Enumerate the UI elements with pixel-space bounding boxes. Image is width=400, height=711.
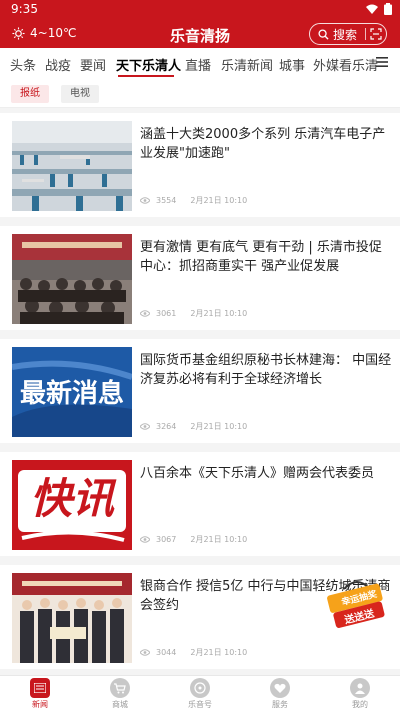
shopping-cart-icon xyxy=(110,678,130,698)
eye-icon xyxy=(140,423,150,430)
nav-news-label: 新闻 xyxy=(32,700,48,709)
tab-epidemic[interactable]: 战疫 xyxy=(45,55,71,74)
article-item[interactable]: 快讯 八百余本《天下乐清人》赠两会代表委员 3067 2月21日 10:10 xyxy=(0,452,400,556)
weather-temperature: 4~10℃ xyxy=(30,26,77,40)
article-thumbnail xyxy=(12,573,132,663)
tab-yueqing-news[interactable]: 乐清新闻 xyxy=(221,55,273,74)
nav-service[interactable]: 服务 xyxy=(250,678,310,710)
article-title: 更有激情 更有底气 更有干劲 | 乐清市投促中心：抓招商重实干 强产业促发展 xyxy=(140,240,382,274)
profile-icon xyxy=(350,678,370,698)
sun-icon xyxy=(12,26,25,40)
article-meta: 3264 2月21日 10:10 xyxy=(140,421,247,432)
article-thumbnail xyxy=(12,234,132,324)
system-icons xyxy=(366,3,392,15)
app-screen: 9:35 4~10℃ 乐音清扬 搜索 头条 战疫 要闻 天下乐清人 直播 乐清新… xyxy=(0,0,400,711)
article-item[interactable]: 更有激情 更有底气 更有干劲 | 乐清市投促中心：抓招商重实干 强产业促发展 3… xyxy=(0,226,400,330)
view-count: 3067 xyxy=(156,535,177,544)
publish-date: 2月21日 10:10 xyxy=(190,309,248,318)
tab-live[interactable]: 直播 xyxy=(185,55,211,74)
music-disc-icon xyxy=(190,678,210,698)
eye-icon xyxy=(140,310,150,317)
subtab-newspaper[interactable]: 报纸 xyxy=(11,85,49,103)
status-time: 9:35 xyxy=(11,2,38,16)
nav-news[interactable]: 新闻 xyxy=(10,678,70,710)
nav-mall[interactable]: 商城 xyxy=(90,678,150,710)
heart-service-icon xyxy=(270,678,290,698)
article-thumbnail xyxy=(12,121,132,211)
view-count: 3554 xyxy=(156,196,177,205)
article-meta: 3554 2月21日 10:10 xyxy=(140,195,247,206)
eye-icon xyxy=(140,197,150,204)
nav-mall-label: 商城 xyxy=(112,700,128,709)
flash-news-text: 快讯 xyxy=(29,474,114,523)
lucky-draw-badge[interactable]: 幸运抽奖 送送送 xyxy=(324,575,390,633)
eye-icon xyxy=(140,536,150,543)
eye-icon xyxy=(140,649,150,656)
search-icon xyxy=(318,28,329,40)
article-meta: 3061 2月21日 10:10 xyxy=(140,308,247,319)
nav-profile-label: 我的 xyxy=(352,700,368,709)
view-count: 3061 xyxy=(156,309,177,318)
publish-date: 2月21日 10:10 xyxy=(190,196,248,205)
search-label: 搜索 xyxy=(333,27,358,42)
view-count: 3044 xyxy=(156,648,177,657)
article-item[interactable]: 涵盖十大类2000多个系列 乐清汽车电子产业发展"加速跑" 3554 2月21日… xyxy=(0,113,400,217)
article-meta: 3044 2月21日 10:10 xyxy=(140,647,247,658)
weather-widget[interactable]: 4~10℃ xyxy=(12,26,76,40)
nav-yueyin-label: 乐音号 xyxy=(188,700,212,709)
tab-headline[interactable]: 头条 xyxy=(10,55,36,74)
news-icon xyxy=(30,678,50,698)
tab-foreign-media[interactable]: 外媒看乐清 xyxy=(313,55,378,74)
sub-tab-bar: 报纸 电视 xyxy=(0,78,400,108)
publish-date: 2月21日 10:10 xyxy=(190,535,248,544)
article-meta: 3067 2月21日 10:10 xyxy=(140,534,247,545)
nav-yueyin[interactable]: 乐音号 xyxy=(170,678,230,710)
tab-yueqing-people[interactable]: 天下乐清人 xyxy=(116,55,181,74)
active-tab-indicator xyxy=(118,75,174,77)
status-bar: 9:35 xyxy=(0,0,400,18)
menu-icon[interactable] xyxy=(376,57,388,67)
battery-icon xyxy=(384,3,392,15)
article-title: 涵盖十大类2000多个系列 乐清汽车电子产业发展"加速跑" xyxy=(140,127,386,161)
publish-date: 2月21日 10:10 xyxy=(190,648,248,657)
top-header: 9:35 4~10℃ 乐音清扬 搜索 xyxy=(0,0,400,48)
view-count: 3264 xyxy=(156,422,177,431)
search-divider xyxy=(365,28,367,40)
category-tab-bar: 头条 战疫 要闻 天下乐清人 直播 乐清新闻 城事 外媒看乐清 xyxy=(0,48,400,78)
tab-city-affairs[interactable]: 城事 xyxy=(279,55,305,74)
nav-profile[interactable]: 我的 xyxy=(330,678,390,710)
scan-icon[interactable] xyxy=(370,28,382,40)
wifi-icon xyxy=(366,4,378,14)
publish-date: 2月21日 10:10 xyxy=(190,422,248,431)
subtab-tv[interactable]: 电视 xyxy=(61,85,99,103)
nav-service-label: 服务 xyxy=(272,700,288,709)
article-thumbnail: 最新消息 xyxy=(12,347,132,437)
bottom-navigation: 新闻 商城 乐音号 服务 我的 xyxy=(0,675,400,711)
app-bar: 4~10℃ 乐音清扬 搜索 xyxy=(0,20,400,48)
latest-news-text: 最新消息 xyxy=(19,379,124,409)
article-title: 国际货币基金组织原秘书长林建海： 中国经济复苏必将有利于全球经济增长 xyxy=(140,353,392,387)
article-item[interactable]: 最新消息 国际货币基金组织原秘书长林建海： 中国经济复苏必将有利于全球经济增长 … xyxy=(0,339,400,443)
tab-top-news[interactable]: 要闻 xyxy=(80,55,106,74)
article-title: 八百余本《天下乐清人》赠两会代表委员 xyxy=(140,466,375,481)
search-button[interactable]: 搜索 xyxy=(309,23,387,45)
article-thumbnail: 快讯 xyxy=(12,460,132,550)
